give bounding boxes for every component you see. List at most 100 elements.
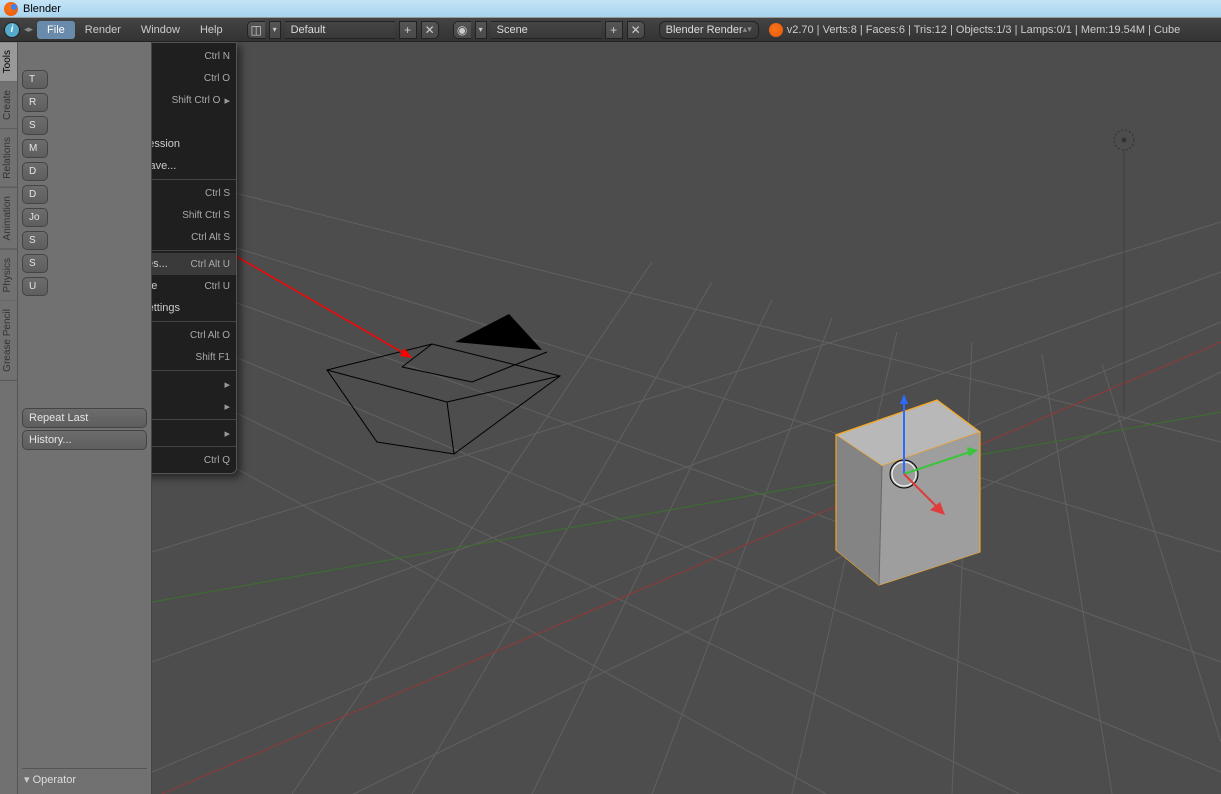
menu-item-shortcut: Ctrl Alt U — [191, 259, 230, 270]
tab-grease-pencil[interactable]: Grease Pencil — [0, 301, 17, 381]
tab-animation[interactable]: Animation — [0, 188, 17, 249]
shelf-button[interactable]: M — [22, 139, 48, 158]
menu-item-label: Open Recent... — [152, 94, 164, 106]
file-menu-save[interactable]: ✓SaveCtrl S — [152, 182, 236, 204]
layout-browse-chevron-icon[interactable]: ▾ — [269, 21, 281, 39]
cube-object[interactable] — [836, 394, 980, 585]
shelf-button[interactable]: R — [22, 93, 48, 112]
camera-object[interactable] — [327, 314, 560, 454]
scene-add-button[interactable]: + — [605, 21, 623, 39]
file-menu-append[interactable]: 🔗AppendShift F1 — [152, 346, 236, 368]
file-menu-user-preferences[interactable]: ⚙User Preferences...Ctrl Alt U — [152, 253, 236, 275]
submenu-arrow-icon: ▸ — [224, 400, 230, 413]
layout-browse-button[interactable]: ◫ — [247, 21, 265, 39]
menu-item-label: Link — [152, 329, 182, 341]
layout-add-button[interactable]: + — [399, 21, 417, 39]
tab-physics[interactable]: Physics — [0, 250, 17, 301]
window-titlebar: Blender — [0, 0, 1221, 18]
editor-type-chevron-icon[interactable]: ◂▸ — [24, 24, 33, 35]
menu-item-label: Export — [152, 400, 220, 412]
stats-readout: v2.70 | Verts:8 | Faces:6 | Tris:12 | Ob… — [769, 23, 1181, 37]
history-button[interactable]: History... — [22, 430, 147, 450]
menu-separator — [152, 419, 236, 420]
shelf-button[interactable]: Jo — [22, 208, 48, 227]
file-menu-load-factory-settings[interactable]: ⟳Load Factory Settings — [152, 297, 236, 319]
menu-item-label: User Preferences... — [152, 258, 183, 270]
file-menu-recover-last-session[interactable]: ⟲Recover Last Session — [152, 133, 236, 155]
submenu-arrow-icon: ▸ — [224, 427, 230, 440]
menu-item-shortcut: Shift Ctrl S — [182, 210, 230, 221]
submenu-arrow-icon: ▸ — [224, 94, 230, 107]
operator-panel: ▾ Operator — [22, 768, 147, 790]
menu-item-label: Append — [152, 351, 188, 363]
shelf-button[interactable]: D — [22, 185, 48, 204]
menu-item-shortcut: Ctrl O — [204, 73, 230, 84]
layout-select[interactable]: Default — [285, 21, 395, 39]
viewport-grid — [152, 42, 1221, 794]
file-menu-recover-auto-save[interactable]: ⟲Recover Auto Save... — [152, 155, 236, 177]
info-icon[interactable]: i — [4, 22, 20, 38]
file-menu-revert: ⟳Revert — [152, 111, 236, 133]
file-menu-open-recent[interactable]: Open Recent...Shift Ctrl O▸ — [152, 89, 236, 111]
menu-window[interactable]: Window — [131, 21, 190, 39]
menu-item-label: Open... — [152, 72, 196, 84]
file-menu-quit[interactable]: Quit Ctrl Q — [152, 449, 236, 471]
menu-item-label: Save Copy... — [152, 231, 183, 243]
menu-item-label: Save Startup File — [152, 280, 196, 292]
stats-text: v2.70 | Verts:8 | Faces:6 | Tris:12 | Ob… — [787, 24, 1181, 36]
file-menu-save-startup-file[interactable]: ✓Save Startup FileCtrl U — [152, 275, 236, 297]
top-menu-bar: i ◂▸ FileRenderWindowHelp ◫ ▾ Default + … — [0, 18, 1221, 42]
scene-value: Scene — [497, 24, 528, 36]
menu-item-shortcut: Ctrl S — [205, 188, 230, 199]
scene-browse-chevron-icon[interactable]: ▾ — [475, 21, 487, 39]
menu-item-label: Recover Last Session — [152, 138, 230, 150]
shelf-button[interactable]: U — [22, 277, 48, 296]
file-menu-save-copy[interactable]: ✓Save Copy...Ctrl Alt S — [152, 226, 236, 248]
file-menu-export[interactable]: ⇑Export▸ — [152, 395, 236, 417]
menu-separator — [152, 446, 236, 447]
menu-item-shortcut: Ctrl Q — [204, 455, 230, 466]
blender-logo-icon — [4, 2, 18, 16]
tab-tools[interactable]: Tools — [0, 42, 17, 82]
chevron-updown-icon: ▴▾ — [743, 24, 752, 35]
menu-separator — [152, 370, 236, 371]
menu-file[interactable]: File — [37, 21, 75, 39]
menu-item-shortcut: Ctrl Alt O — [190, 330, 230, 341]
3d-viewport[interactable]: NewCtrl NOpen...Ctrl OOpen Recent...Shif… — [152, 42, 1221, 794]
tab-relations[interactable]: Relations — [0, 129, 17, 188]
menu-help[interactable]: Help — [190, 21, 233, 39]
file-menu-new[interactable]: NewCtrl N — [152, 45, 236, 67]
repeat-last-button[interactable]: Repeat Last — [22, 408, 147, 428]
lamp-object[interactable] — [1114, 130, 1134, 412]
shelf-button[interactable]: S — [22, 254, 48, 273]
file-menu-link[interactable]: 🔗LinkCtrl Alt O — [152, 324, 236, 346]
file-menu-external-data[interactable]: 📎External Data▸ — [152, 422, 236, 444]
menu-item-label: Revert — [152, 116, 230, 128]
tool-tabs: ToolsCreateRelationsAnimationPhysicsGrea… — [0, 42, 18, 794]
operator-title: Operator — [33, 774, 76, 786]
render-engine-select[interactable]: Blender Render ▴▾ — [659, 21, 759, 39]
menu-item-shortcut: Ctrl Alt S — [191, 232, 230, 243]
render-engine-value: Blender Render — [666, 24, 743, 36]
file-menu-open[interactable]: Open... Ctrl O — [152, 67, 236, 89]
file-menu-import[interactable]: ⇓Import▸ — [152, 373, 236, 395]
menu-separator — [152, 179, 236, 180]
scene-remove-button[interactable]: ✕ — [627, 21, 645, 39]
scene-select[interactable]: Scene — [491, 21, 601, 39]
menu-item-label: Quit — [152, 454, 196, 466]
tab-create[interactable]: Create — [0, 82, 17, 129]
shelf-button[interactable]: S — [22, 231, 48, 250]
main-area: ToolsCreateRelationsAnimationPhysicsGrea… — [0, 42, 1221, 794]
layout-value: Default — [291, 24, 326, 36]
menu-item-shortcut: Ctrl U — [204, 281, 230, 292]
menu-render[interactable]: Render — [75, 21, 131, 39]
shelf-button[interactable]: S — [22, 116, 48, 135]
shelf-button[interactable]: T — [22, 70, 48, 89]
scene-browse-button[interactable]: ◉ — [453, 21, 471, 39]
x-axis — [162, 342, 1221, 794]
layout-remove-button[interactable]: ✕ — [421, 21, 439, 39]
file-menu-save-as[interactable]: ✓Save As...Shift Ctrl S — [152, 204, 236, 226]
shelf-button[interactable]: D — [22, 162, 48, 181]
menu-item-label: Save — [152, 187, 197, 199]
menu-item-label: Import — [152, 378, 220, 390]
